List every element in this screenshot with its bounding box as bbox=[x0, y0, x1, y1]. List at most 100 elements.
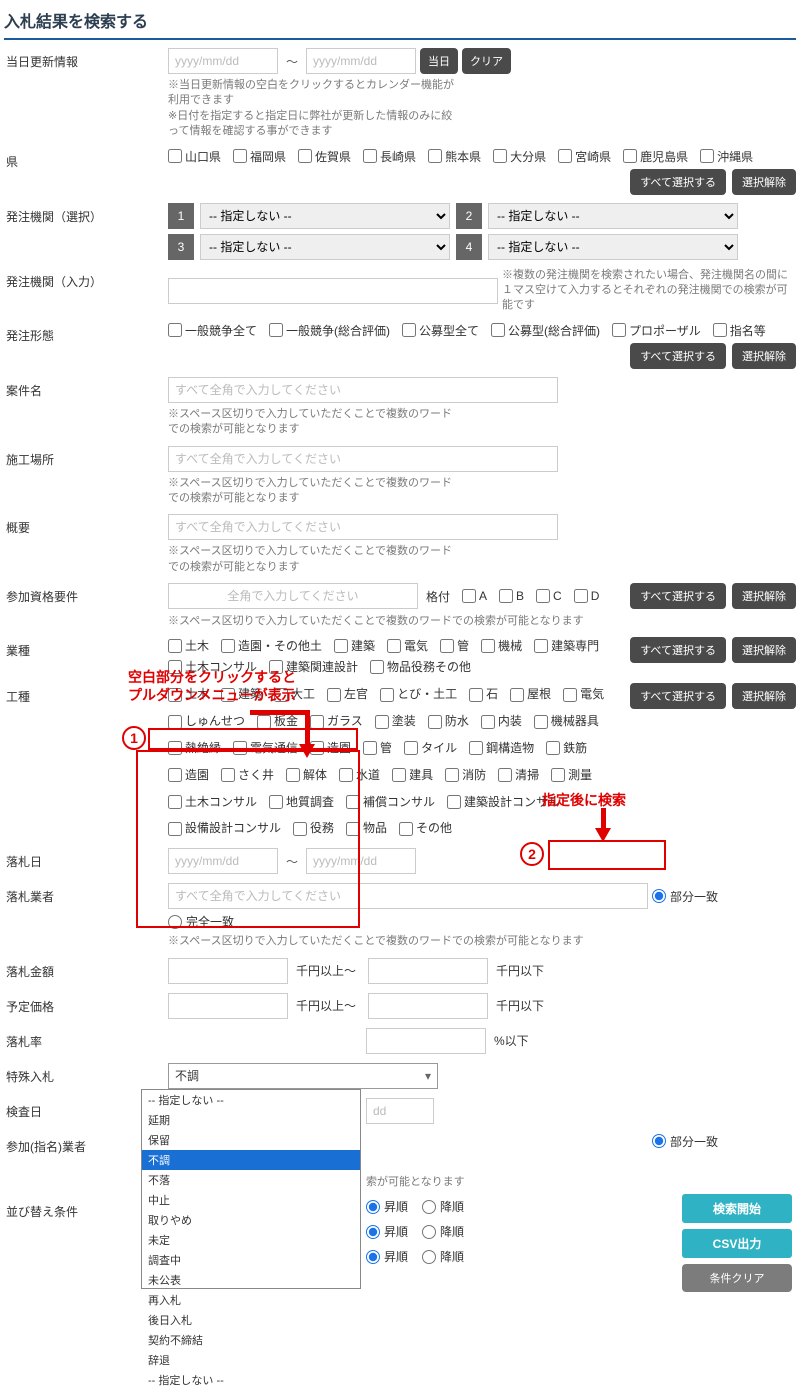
worktype-16[interactable]: 電気通信 bbox=[233, 737, 298, 760]
worktype-18[interactable]: 管 bbox=[363, 737, 392, 760]
rank-d[interactable]: D bbox=[574, 589, 600, 603]
ind-4[interactable]: 管 bbox=[440, 637, 469, 654]
sort2-asc[interactable]: 昇順 bbox=[366, 1223, 408, 1240]
worktype-12[interactable]: 防水 bbox=[428, 710, 469, 733]
qual-input[interactable] bbox=[168, 583, 418, 609]
pref-fukuoka[interactable]: 福岡県 bbox=[233, 148, 286, 165]
btn-today[interactable]: 当日 bbox=[420, 48, 458, 74]
orderer-select-1[interactable]: -- 指定しない -- bbox=[200, 203, 450, 229]
btn-ind-all[interactable]: すべて選択する bbox=[630, 637, 726, 663]
award-rate[interactable] bbox=[366, 1028, 486, 1054]
special-option[interactable]: -- 指定しない -- bbox=[142, 1090, 360, 1110]
worktype-22[interactable]: 造園 bbox=[168, 764, 209, 787]
worktype-36[interactable]: 物品 bbox=[346, 817, 387, 840]
worktype-28[interactable]: 清掃 bbox=[498, 764, 539, 787]
ind-6[interactable]: 建築専門 bbox=[534, 637, 599, 654]
orderer-select-2[interactable]: -- 指定しない -- bbox=[488, 203, 738, 229]
ind-0[interactable]: 土木 bbox=[168, 637, 209, 654]
ind-9[interactable]: 物品役務その他 bbox=[370, 658, 471, 675]
rank-c[interactable]: C bbox=[536, 589, 562, 603]
bidtype-0[interactable]: 一般競争全て bbox=[168, 322, 257, 339]
pref-miyazaki[interactable]: 宮崎県 bbox=[558, 148, 611, 165]
special-option[interactable]: 辞退 bbox=[142, 1350, 360, 1370]
worktype-3[interactable]: 左官 bbox=[327, 683, 368, 706]
summary-input[interactable] bbox=[168, 514, 558, 540]
pref-oita[interactable]: 大分県 bbox=[493, 148, 546, 165]
award-co-full[interactable]: 完全一致 bbox=[168, 913, 234, 930]
award-date-to[interactable] bbox=[306, 848, 416, 874]
worktype-33[interactable]: 建築設計コンサル bbox=[447, 791, 560, 814]
sort3-desc[interactable]: 降順 bbox=[422, 1248, 464, 1265]
worktype-13[interactable]: 内装 bbox=[481, 710, 522, 733]
ind-8[interactable]: 建築関連設計 bbox=[269, 658, 358, 675]
btn-csv[interactable]: CSV出力 bbox=[682, 1229, 792, 1258]
award-date-from[interactable] bbox=[168, 848, 278, 874]
worktype-26[interactable]: 建具 bbox=[392, 764, 433, 787]
worktype-34[interactable]: 設備設計コンサル bbox=[168, 817, 281, 840]
worktype-11[interactable]: 塗装 bbox=[375, 710, 416, 733]
worktype-20[interactable]: 鋼構造物 bbox=[469, 737, 534, 760]
rank-b[interactable]: B bbox=[499, 589, 524, 603]
orderer-select-3[interactable]: -- 指定しない -- bbox=[200, 234, 450, 260]
orderer-input[interactable] bbox=[168, 278, 498, 304]
ind-1[interactable]: 造園・その他土 bbox=[221, 637, 322, 654]
special-option[interactable]: 取りやめ bbox=[142, 1210, 360, 1230]
worktype-30[interactable]: 土木コンサル bbox=[168, 791, 257, 814]
btn-qual-clear[interactable]: 選択解除 bbox=[732, 583, 796, 609]
sort1-desc[interactable]: 降順 bbox=[422, 1198, 464, 1215]
worktype-32[interactable]: 補償コンサル bbox=[346, 791, 435, 814]
bidtype-5[interactable]: 指名等 bbox=[713, 322, 766, 339]
worktype-19[interactable]: タイル bbox=[404, 737, 457, 760]
award-co-partial[interactable]: 部分一致 bbox=[652, 888, 718, 905]
ind-2[interactable]: 建築 bbox=[334, 637, 375, 654]
sort1-asc[interactable]: 昇順 bbox=[366, 1198, 408, 1215]
bidtype-2[interactable]: 公募型全て bbox=[402, 322, 479, 339]
worktype-7[interactable]: 電気 bbox=[563, 683, 604, 706]
ind-5[interactable]: 機械 bbox=[481, 637, 522, 654]
special-option[interactable]: 後日入札 bbox=[142, 1310, 360, 1330]
sort2-desc[interactable]: 降順 bbox=[422, 1223, 464, 1240]
btn-bidtype-all[interactable]: すべて選択する bbox=[630, 343, 726, 369]
worktype-1[interactable]: 建築 bbox=[221, 683, 262, 706]
pref-kagoshima[interactable]: 鹿児島県 bbox=[623, 148, 688, 165]
pref-nagasaki[interactable]: 長崎県 bbox=[363, 148, 416, 165]
update-date-from[interactable] bbox=[168, 48, 278, 74]
btn-clear-date[interactable]: クリア bbox=[462, 48, 511, 74]
worktype-15[interactable]: 熱絶縁 bbox=[168, 737, 221, 760]
special-option[interactable]: 不調 bbox=[142, 1150, 360, 1170]
btn-prefs-clear[interactable]: 選択解除 bbox=[732, 169, 796, 195]
worktype-6[interactable]: 屋根 bbox=[510, 683, 551, 706]
pref-okinawa[interactable]: 沖縄県 bbox=[700, 148, 753, 165]
btn-cond-clear[interactable]: 条件クリア bbox=[682, 1264, 792, 1292]
btn-qual-all[interactable]: すべて選択する bbox=[630, 583, 726, 609]
btn-bidtype-clear[interactable]: 選択解除 bbox=[732, 343, 796, 369]
special-option[interactable]: 中止 bbox=[142, 1190, 360, 1210]
special-option[interactable]: -- 指定しない -- bbox=[142, 1370, 360, 1390]
special-option[interactable]: 未公表 bbox=[142, 1270, 360, 1290]
special-option[interactable]: 未定 bbox=[142, 1230, 360, 1250]
rank-a[interactable]: A bbox=[462, 589, 487, 603]
worktype-8[interactable]: しゅんせつ bbox=[168, 710, 245, 733]
btn-wt-all[interactable]: すべて選択する bbox=[630, 683, 726, 709]
award-amt-from[interactable] bbox=[168, 958, 288, 984]
special-option[interactable]: 不落 bbox=[142, 1170, 360, 1190]
worktype-10[interactable]: ガラス bbox=[310, 710, 363, 733]
pref-saga[interactable]: 佐賀県 bbox=[298, 148, 351, 165]
inspect-date-to[interactable] bbox=[366, 1098, 434, 1124]
bidtype-1[interactable]: 一般競争(総合評価) bbox=[269, 322, 390, 339]
worktype-5[interactable]: 石 bbox=[469, 683, 498, 706]
pref-yamaguchi[interactable]: 山口県 bbox=[168, 148, 221, 165]
worktype-24[interactable]: 解体 bbox=[286, 764, 327, 787]
worktype-4[interactable]: とび・土工 bbox=[380, 683, 457, 706]
bidtype-3[interactable]: 公募型(総合評価) bbox=[491, 322, 600, 339]
worktype-31[interactable]: 地質調査 bbox=[269, 791, 334, 814]
worktype-0[interactable]: 土木 bbox=[168, 683, 209, 706]
worktype-14[interactable]: 機械器具 bbox=[534, 710, 599, 733]
nom-partial[interactable]: 部分一致 bbox=[652, 1133, 718, 1150]
est-price-to[interactable] bbox=[368, 993, 488, 1019]
btn-prefs-all[interactable]: すべて選択する bbox=[630, 169, 726, 195]
place-input[interactable] bbox=[168, 446, 558, 472]
special-option[interactable]: 保留 bbox=[142, 1130, 360, 1150]
case-name-input[interactable] bbox=[168, 377, 558, 403]
ind-3[interactable]: 電気 bbox=[387, 637, 428, 654]
